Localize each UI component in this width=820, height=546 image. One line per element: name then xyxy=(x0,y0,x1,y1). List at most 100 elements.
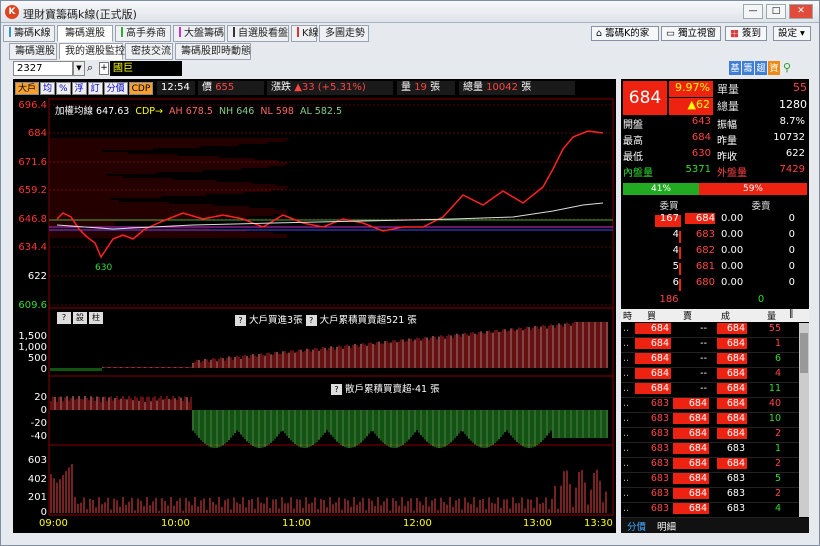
tick-row[interactable]: .. 683 684 684 2 xyxy=(621,428,799,443)
help-icon[interactable]: ? xyxy=(331,384,342,395)
settings-button[interactable]: 設定 ▾ xyxy=(773,26,811,41)
stat-row: 內盤量 5371 外盤量 7429 xyxy=(623,164,807,180)
stat-row: 最低 630 昨收 622 xyxy=(623,148,807,164)
tab-chip-kline[interactable]: 籌碼K線 xyxy=(3,25,55,42)
x-tick: 12:00 xyxy=(403,518,432,529)
tick-row[interactable]: .. 683 684 684 40 xyxy=(621,398,799,413)
stock-code-input[interactable]: 2327 xyxy=(13,61,73,76)
x-tick: 11:00 xyxy=(282,518,311,529)
minimize-button[interactable]: — xyxy=(743,4,763,19)
tab-price-dist[interactable]: 分價 xyxy=(627,519,646,533)
stat-row: 最高 684 昨量 10732 xyxy=(623,132,807,148)
checkin-button[interactable]: ▦ 簽到 xyxy=(725,26,767,41)
bar-button[interactable]: 柱 xyxy=(89,312,103,324)
tab-label: 籌碼選股 xyxy=(65,28,105,39)
bid-qty: 5 xyxy=(672,261,679,272)
tick-row[interactable]: .. 683 684 683 5 xyxy=(621,473,799,488)
tick-scrollbar[interactable] xyxy=(799,323,809,517)
add-icon[interactable]: + xyxy=(99,62,109,75)
help-icon[interactable]: ? xyxy=(305,315,317,326)
chevron-down-icon[interactable]: ▼ xyxy=(73,61,85,76)
tick-row[interactable]: .. 683 684 684 10 xyxy=(621,413,799,428)
panel-footer: 分價 明細 xyxy=(621,518,809,533)
tick-price: 683 xyxy=(717,473,747,484)
tick-time: .. xyxy=(623,428,630,439)
tick-qty: 1 xyxy=(774,443,781,454)
tick-row[interactable]: .. 684 -- 684 6 xyxy=(621,353,799,368)
stat-value: 8.7% xyxy=(779,116,805,127)
tab-marker-icon xyxy=(9,27,11,37)
indicator-buttons: ? 設柱 xyxy=(57,312,103,324)
tick-qty: 40 xyxy=(768,398,781,409)
ask-price: 0.00 xyxy=(721,261,744,272)
tab-watchlist[interactable]: 自選股看盤 xyxy=(227,25,289,42)
tick-price: 683 xyxy=(717,503,747,514)
y-tick: 1,500 xyxy=(18,331,47,342)
detach-window-button[interactable]: ▭ 獨立視窗 xyxy=(661,26,721,41)
book-row: 6 680 0.00 0 xyxy=(623,277,807,293)
tab-kline[interactable]: K線 xyxy=(291,25,319,42)
tick-bid: 683 xyxy=(635,473,671,484)
price-change: ▲62 xyxy=(669,98,713,115)
help-button[interactable]: ? xyxy=(57,312,71,324)
config-button[interactable]: 設 xyxy=(73,312,87,324)
tab-expert-brokers[interactable]: 高手券商 xyxy=(115,25,171,42)
subtab-my-monitor[interactable]: 我的選股監控 xyxy=(59,43,125,60)
tick-row[interactable]: .. 683 684 683 2 xyxy=(621,488,799,503)
tick-price: 684 xyxy=(717,458,747,469)
tick-bid: 683 xyxy=(635,428,671,439)
tab-marker-icon xyxy=(179,27,181,37)
tick-row[interactable]: .. 684 -- 684 1 xyxy=(621,338,799,353)
home-button[interactable]: ⌂ 籌碼K的家 xyxy=(591,26,659,41)
search-icon[interactable]: ⌕ xyxy=(87,61,99,76)
zoom-icon[interactable]: ⚲ xyxy=(783,61,795,75)
tick-row[interactable]: .. 683 684 683 4 xyxy=(621,503,799,518)
chip-icon[interactable]: 籌 xyxy=(742,61,754,75)
tick-price: 684 xyxy=(717,353,747,364)
stat-label: 最低 xyxy=(623,152,643,163)
tick-ask: 684 xyxy=(673,398,709,409)
x-tick: 13:00 xyxy=(523,518,552,529)
x-tick: 13:30 xyxy=(584,518,613,529)
stat-label: 外盤量 xyxy=(717,168,747,179)
big-holder-title: ? 大戶買進3張 ? 大戶累積買賣超521 張 xyxy=(235,312,417,326)
tab-market-chips[interactable]: 大盤籌碼 xyxy=(173,25,225,42)
symbol-toolbar: 2327 ▼ ⌕ + 國巨 基籌趨資 ⚲ xyxy=(13,61,809,77)
tab-multi-chart[interactable]: 多圖走勢 xyxy=(319,25,369,42)
subtab-tips[interactable]: 密技交流 xyxy=(125,43,173,60)
tick-row[interactable]: .. 684 -- 684 55 xyxy=(621,323,799,338)
monitor-icon: ▭ xyxy=(666,28,678,39)
tick-row[interactable]: .. 684 -- 684 4 xyxy=(621,368,799,383)
maximize-button[interactable]: □ xyxy=(766,4,786,19)
tick-row[interactable]: .. 683 684 683 1 xyxy=(621,443,799,458)
tick-row[interactable]: .. 683 684 684 2 xyxy=(621,458,799,473)
tab-label: 自選股看盤 xyxy=(238,28,288,39)
y-tick: 696.4 xyxy=(18,100,47,111)
y-tick: -20 xyxy=(30,418,47,429)
tick-table: .. 684 -- 684 55.. 684 -- 684 1.. 684 -- 684 6.. 684-… xyxy=(621,323,799,518)
tick-row[interactable]: .. 684 -- 684 11 xyxy=(621,383,799,398)
tab-chip-screener[interactable]: 籌碼選股 xyxy=(57,25,113,42)
tick-qty: 1 xyxy=(774,338,781,349)
y-tick: 671.6 xyxy=(18,157,47,168)
view-icons: 基籌趨資 ⚲ xyxy=(729,61,795,75)
scroll-thumb[interactable] xyxy=(800,333,808,373)
bid-qty: 4 xyxy=(672,229,679,240)
tick-bid: 683 xyxy=(635,503,671,514)
trend-icon[interactable]: 趨 xyxy=(755,61,767,75)
tick-qty: 5 xyxy=(774,473,781,484)
tick-time: .. xyxy=(623,413,630,424)
col-bid: 買 xyxy=(647,312,657,322)
close-button[interactable]: ✕ xyxy=(789,4,813,19)
fundamental-icon[interactable]: 基 xyxy=(729,61,741,75)
subtab-live-feed[interactable]: 籌碼股即時動態 xyxy=(175,43,251,60)
ask-qty: 0 xyxy=(788,213,795,224)
data-icon[interactable]: 資 xyxy=(768,61,780,75)
tick-ask: 684 xyxy=(673,458,709,469)
tab-detail[interactable]: 明細 xyxy=(657,519,676,533)
stat-label: 內盤量 xyxy=(623,168,653,179)
subtab-chip-screener[interactable]: 籌碼選股 xyxy=(9,43,57,60)
tick-time: .. xyxy=(623,473,630,484)
tick-bid: 683 xyxy=(635,413,671,424)
help-icon[interactable]: ? xyxy=(235,315,246,326)
